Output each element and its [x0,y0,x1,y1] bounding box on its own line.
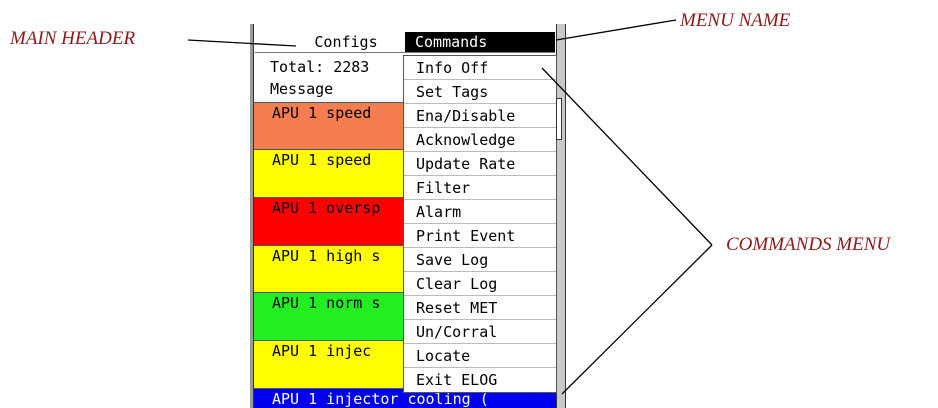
commands-menu-title[interactable]: Commands [405,32,555,52]
menu-item-update-rate[interactable]: Update Rate [404,152,556,176]
menu-item-ena-disable[interactable]: Ena/Disable [404,104,556,128]
menu-name-leader [555,19,677,41]
main-header-callout: MAIN HEADER [10,28,136,49]
menu-item-print-event[interactable]: Print Event [404,224,556,248]
menu-item-acknowledge[interactable]: Acknowledge [404,128,556,152]
menu-item-exit-elog[interactable]: Exit ELOG [404,368,556,392]
menu-item-clear-log[interactable]: Clear Log [404,272,556,296]
menu-item-alarm[interactable]: Alarm [404,200,556,224]
menu-item-locate[interactable]: Locate [404,344,556,368]
total-count: Total: 2283 [270,58,370,76]
menu-item-reset-met[interactable]: Reset MET [404,296,556,320]
menu-item-info-off[interactable]: Info Off [404,56,556,80]
menu-item-save-log[interactable]: Save Log [404,248,556,272]
commands-menu: Info Off Set Tags Ena/Disable Acknowledge Up… [403,55,557,393]
commands-menu-callout: COMMANDS MENU [726,234,891,255]
menu-item-filter[interactable]: Filter [404,176,556,200]
menu-name-callout: MENU NAME [680,10,791,31]
menu-item-set-tags[interactable]: Set Tags [404,80,556,104]
window-right-frame [556,24,566,408]
commands-menu-leader-bottom [561,244,713,395]
menu-item-un-corral[interactable]: Un/Corral [404,320,556,344]
message-column-header: Message [270,80,334,98]
main-header-configs[interactable]: Configs [290,32,402,52]
scrollbar-thumb[interactable] [556,98,562,140]
header-divider [255,52,555,53]
